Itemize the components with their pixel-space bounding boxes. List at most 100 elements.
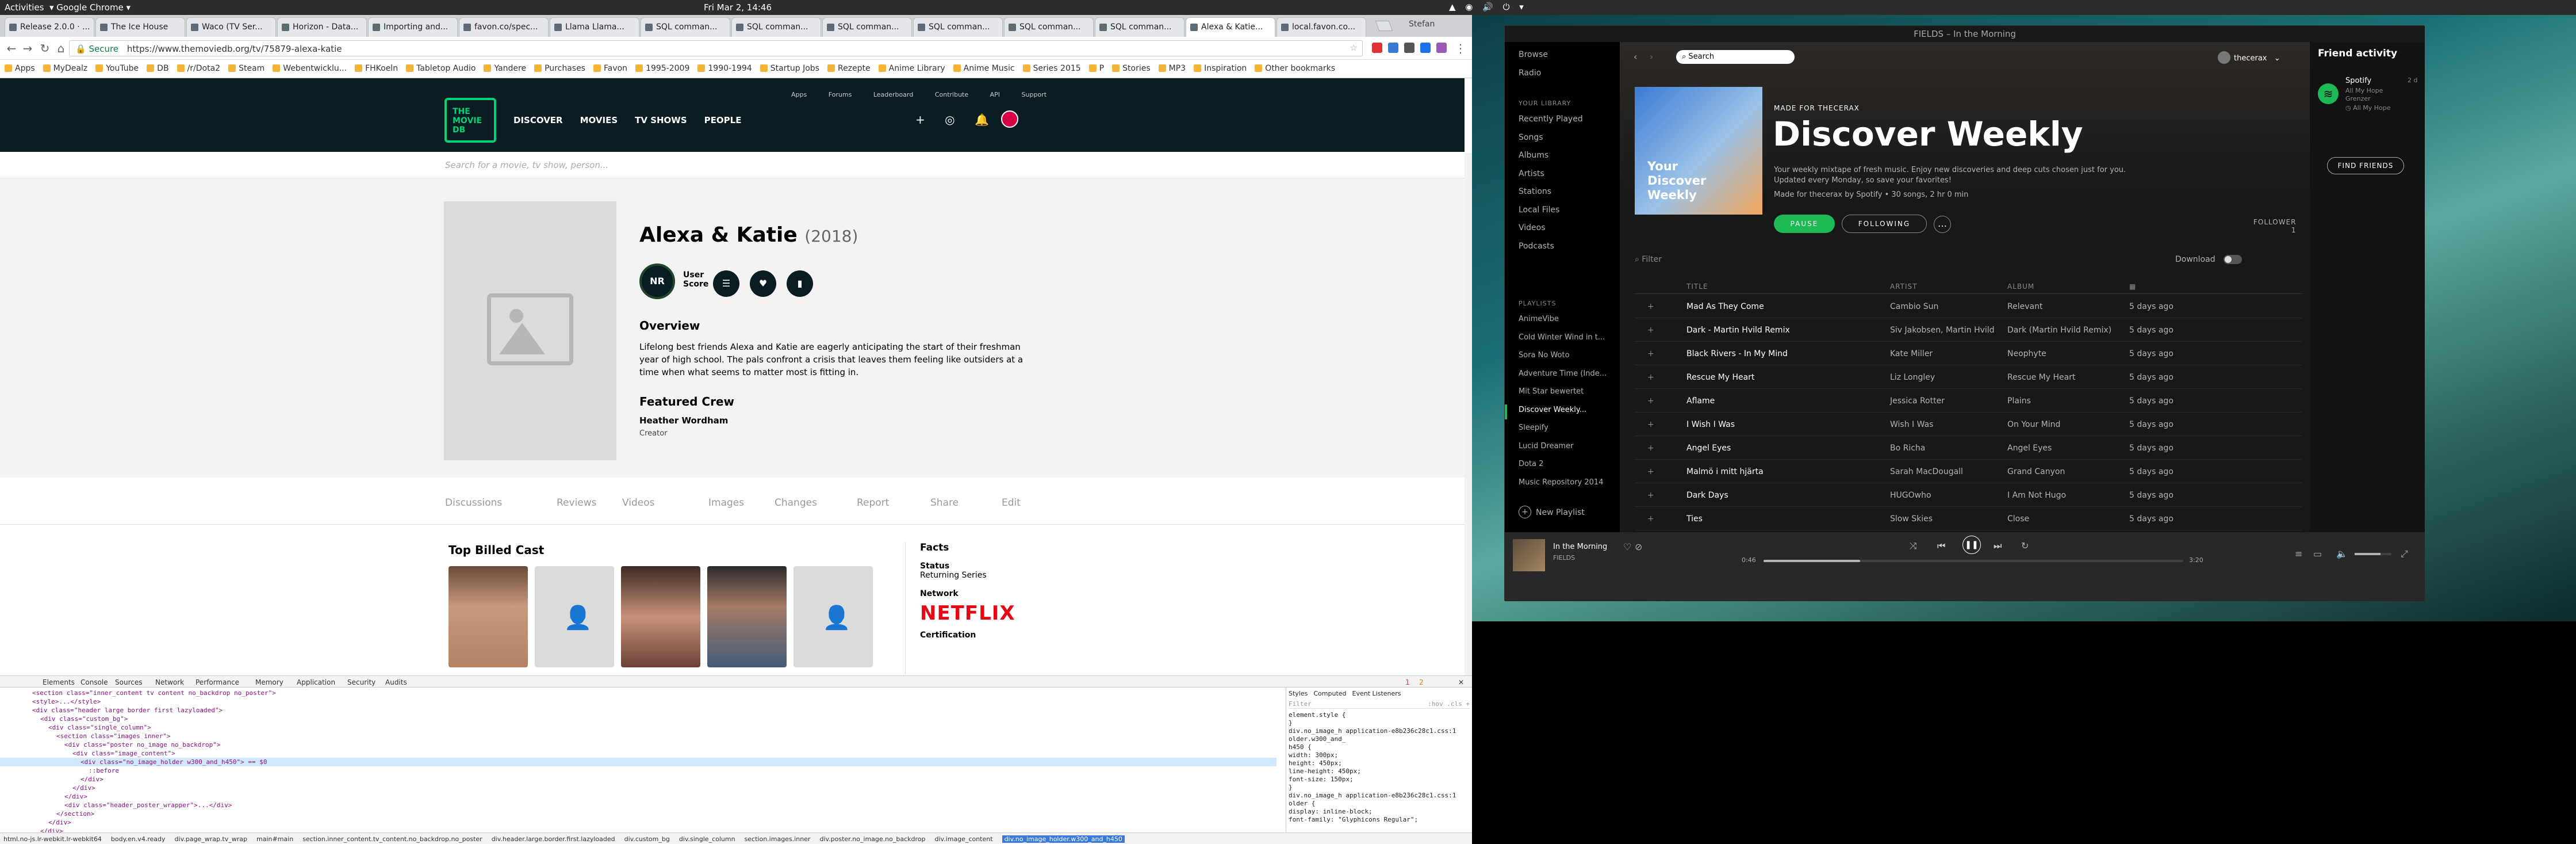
breadcrumb-item[interactable]: body.en.v4.ready xyxy=(111,835,166,843)
fullscreen-icon[interactable]: ⤢ xyxy=(2401,548,2408,560)
activities-button[interactable]: Activities ▾ Google Chrome ▾ xyxy=(5,2,131,13)
friend-context[interactable]: ◷ All My Hope xyxy=(2345,104,2391,112)
breadcrumb-item[interactable]: div.page_wrap.tv_wrap xyxy=(175,835,247,843)
dom-node[interactable]: <style>...</style> xyxy=(0,697,1276,706)
breadcrumb-item[interactable]: div.header.large.border.first.lazyloaded xyxy=(492,835,615,843)
home-icon[interactable]: ⌂ xyxy=(54,41,68,55)
add-track-icon[interactable]: + xyxy=(1647,420,1654,429)
dom-node[interactable]: <div class="image_content"> xyxy=(0,749,1276,758)
progress-bar[interactable] xyxy=(1764,560,2183,562)
watchlist-icon[interactable]: ▮ xyxy=(787,270,813,297)
styles-filter[interactable]: Filter:hov .cls + xyxy=(1289,700,1470,709)
dom-node[interactable]: <section class="inner_content tv content… xyxy=(0,689,1276,697)
network-logo[interactable]: NETFLIX xyxy=(920,602,1035,625)
bookmark-item[interactable]: 1995-2009 xyxy=(635,64,689,73)
following-button[interactable]: FOLLOWING xyxy=(1842,215,1927,233)
sidebar-item-library[interactable]: Recently Played xyxy=(1519,114,1583,124)
browser-tab[interactable]: local.favon.co... xyxy=(1276,17,1366,37)
track-row[interactable]: + Malmö i mitt hjärta Sarah MacDougall Gran… xyxy=(1635,460,2302,483)
dom-node[interactable]: <div class="no_image_holder w300_and_h45… xyxy=(0,758,1276,766)
friend-name[interactable]: Spotify xyxy=(2345,77,2371,85)
tab-images[interactable]: Images xyxy=(708,497,744,509)
breadcrumb-item[interactable]: div.custom_bg xyxy=(624,835,670,843)
breadcrumb-item[interactable]: section.images.inner xyxy=(745,835,811,843)
track-album[interactable]: On Your Mind xyxy=(2007,420,2060,429)
tab-share[interactable]: Share xyxy=(930,497,959,509)
volume-slider[interactable] xyxy=(2355,553,2391,555)
back-icon[interactable]: ‹ xyxy=(1634,51,1637,62)
sub-link[interactable]: API xyxy=(990,91,1000,98)
browser-tab[interactable]: Alexa & Katie... xyxy=(1186,17,1275,37)
close-icon[interactable]: ✕ xyxy=(1458,678,1464,686)
add-icon[interactable]: + xyxy=(915,113,925,127)
nav-discover[interactable]: DISCOVER xyxy=(513,115,563,125)
dom-node[interactable]: <div class="single_column"> xyxy=(0,723,1276,732)
system-tray[interactable]: ▲ ◉ 🔊 ⏻ ▾ xyxy=(1449,2,1527,12)
browser-tab[interactable]: SQL comman... xyxy=(641,17,730,37)
column-header[interactable]: ARTIST xyxy=(1890,282,1918,291)
sidebar-item-playlist[interactable]: Dota 2 xyxy=(1519,460,1543,468)
tab-report[interactable]: Report xyxy=(857,497,889,509)
dom-node[interactable]: <div class="header large border first la… xyxy=(0,706,1276,715)
add-track-icon[interactable]: + xyxy=(1647,349,1654,358)
sidebar-item-playlist[interactable]: AnimeVibe xyxy=(1519,315,1559,323)
add-track-icon[interactable]: + xyxy=(1647,491,1654,500)
sidebar-item-library[interactable]: Artists xyxy=(1519,169,1544,178)
friend-track[interactable]: All My Hope xyxy=(2345,87,2383,94)
sub-link[interactable]: Leaderboard xyxy=(873,91,913,98)
sidebar-item-playlist[interactable]: Discover Weekly... xyxy=(1519,406,1586,414)
track-row[interactable]: + Ties Slow Skies Close 5 days ago xyxy=(1635,507,2302,530)
bookmark-item[interactable]: FHKoeln xyxy=(355,64,398,73)
bookmark-item[interactable]: Yandere xyxy=(484,64,526,73)
pause-icon[interactable]: ❚❚ xyxy=(1962,536,1981,554)
breadcrumb-item[interactable]: div.image_content xyxy=(934,835,992,843)
add-track-icon[interactable]: + xyxy=(1647,444,1654,453)
bookmark-item[interactable]: DB xyxy=(147,64,169,73)
dom-node[interactable]: <div class="poster no_image no_backdrop"… xyxy=(0,740,1276,749)
bookmark-item[interactable]: P xyxy=(1088,64,1104,73)
add-track-icon[interactable]: + xyxy=(1647,396,1654,406)
error-count[interactable]: 1 xyxy=(1405,678,1410,686)
track-row[interactable]: + Dark Days HUGOwho I Am Not Hugo 5 days ago xyxy=(1635,484,2302,507)
bookmark-item[interactable]: Favon xyxy=(593,64,627,73)
search-input[interactable]: Search for a movie, tv show, person... xyxy=(445,160,608,170)
dom-node[interactable]: </section> xyxy=(0,809,1276,818)
previous-icon[interactable]: ⏮ xyxy=(1937,540,1945,552)
profile-chip[interactable]: Stefan xyxy=(1409,20,1435,29)
pause-button[interactable]: PAUSE xyxy=(1774,215,1835,233)
browser-tab[interactable]: SQL comman... xyxy=(1004,17,1094,37)
nav-movies[interactable]: MOVIES xyxy=(580,115,618,125)
track-row[interactable]: + Dark - Martin Hvild Remix Siv Jakobsen, … xyxy=(1635,319,2302,342)
devtools-tab[interactable]: Memory xyxy=(255,678,283,686)
dom-node[interactable]: </div> xyxy=(0,792,1276,801)
cast-card[interactable]: 👤 xyxy=(535,566,614,667)
filter-options[interactable]: :hov .cls + xyxy=(1428,700,1470,708)
extension-icon[interactable] xyxy=(1388,43,1398,53)
breadcrumb-item[interactable]: html.no-js.lr-webkit.lr-webkit64 xyxy=(3,835,102,843)
forward-icon[interactable]: → xyxy=(21,41,34,55)
track-album[interactable]: Close xyxy=(2007,514,2029,524)
friend-artist[interactable]: Grenzer xyxy=(2345,95,2371,102)
page-scrollbar[interactable] xyxy=(1465,153,1472,675)
cast-card[interactable] xyxy=(448,566,528,667)
bookmark-item[interactable]: Other bookmarks xyxy=(1255,64,1335,73)
sidebar-item-playlist[interactable]: Cold Winter Wind in t... xyxy=(1519,333,1605,342)
track-artist[interactable]: Siv Jakobsen, Martin Hvild xyxy=(1890,326,1995,335)
new-playlist-button[interactable]: New Playlist xyxy=(1536,508,1585,517)
track-artist[interactable]: Bo Richa xyxy=(1890,444,1925,453)
browser-tab[interactable]: SQL comman... xyxy=(731,17,821,37)
browser-tab[interactable]: Horizon - Data... xyxy=(277,17,367,37)
avatar[interactable] xyxy=(1001,110,1018,128)
bookmark-item[interactable]: /r/Dota2 xyxy=(177,64,220,73)
new-tab-button[interactable] xyxy=(1375,21,1393,31)
tab-videos[interactable]: Videos xyxy=(622,497,655,509)
add-track-icon[interactable]: + xyxy=(1647,302,1654,311)
elements-tree[interactable]: <section class="inner_content tv content… xyxy=(0,689,1276,835)
forward-icon[interactable]: › xyxy=(1650,51,1653,62)
bookmark-star-icon[interactable]: ☆ xyxy=(1350,43,1358,53)
track-artist[interactable]: Kate Miller xyxy=(1890,349,1933,358)
sidebar-item-playlist[interactable]: Mit Star bewertet xyxy=(1519,387,1584,396)
extension-icon[interactable] xyxy=(1436,43,1447,53)
bookmark-item[interactable]: Tabletop Audio xyxy=(406,64,476,73)
tab-discussions[interactable]: Discussions xyxy=(445,497,502,509)
